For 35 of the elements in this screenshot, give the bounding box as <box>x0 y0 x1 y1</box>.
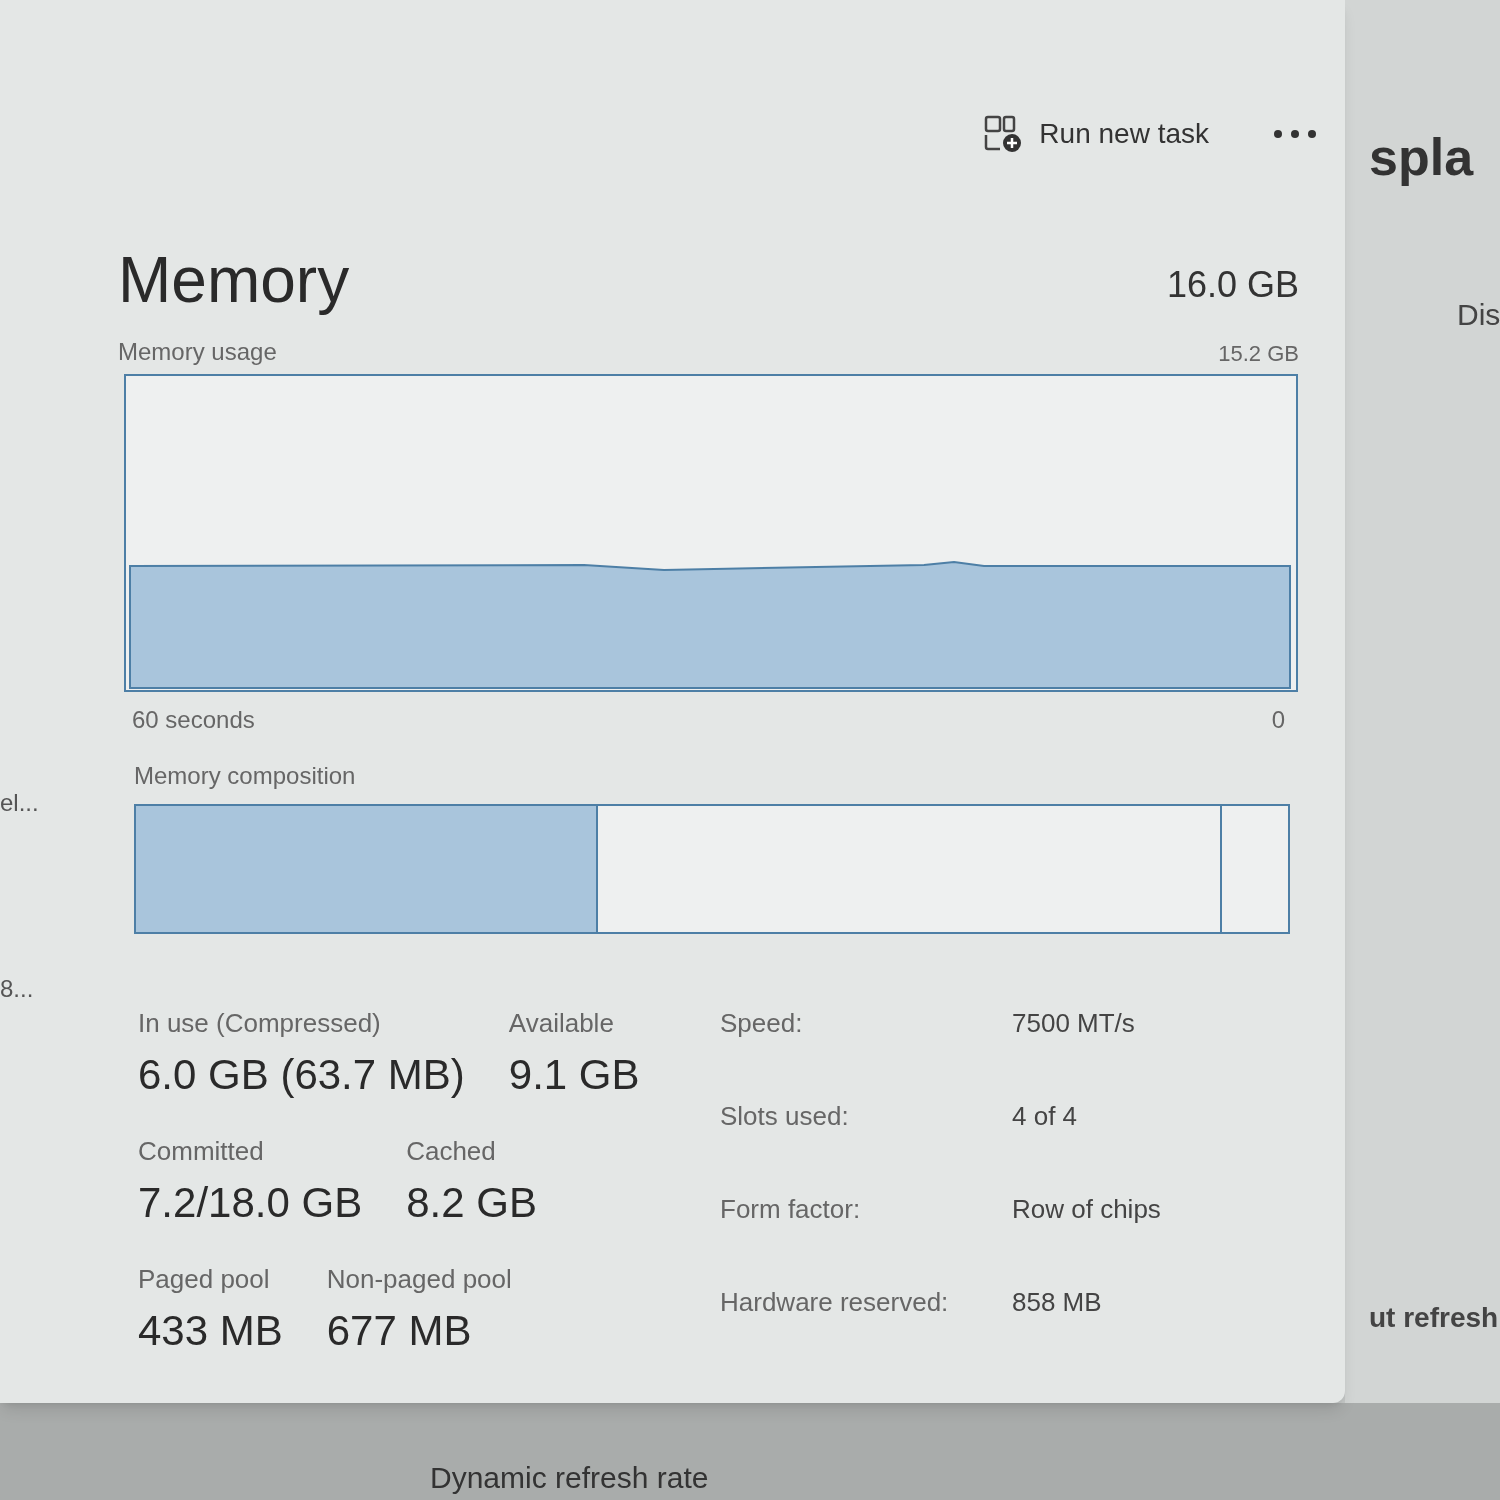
stat-label: In use (Compressed) <box>138 1007 382 1040</box>
property-label: Hardware reserved: <box>720 1286 950 1319</box>
property-label: Slots used: <box>720 1100 850 1133</box>
chart-max-label: 15.2 GB <box>1218 340 1299 368</box>
chart-label: Memory composition <box>133 761 357 791</box>
stat-value: 7.2/18.0 GB <box>138 1178 363 1228</box>
stat-label: Paged pool <box>138 1263 271 1296</box>
chart-label: Memory usage <box>118 337 277 367</box>
stat-value: 6.0 GB (63.7 MB) <box>138 1050 465 1100</box>
stat-value: 433 MB <box>138 1306 283 1356</box>
page-title: spla <box>1369 127 1475 188</box>
property-value: 7500 MT/s <box>1012 1007 1136 1040</box>
stat-label: Non-paged pool <box>326 1263 512 1296</box>
total-memory: 16.0 GB <box>1166 263 1299 307</box>
stat-label: Available <box>508 1007 615 1040</box>
more-options-icon[interactable] <box>1273 129 1317 139</box>
property-label: Speed: <box>720 1007 804 1040</box>
new-task-icon <box>983 114 1024 154</box>
sidebar-item[interactable]: el... <box>0 785 39 821</box>
stat-value: 8.2 GB <box>406 1178 537 1228</box>
run-new-task-button[interactable]: Run new task <box>983 113 1209 155</box>
property-value: 4 of 4 <box>1012 1100 1079 1133</box>
property-value: 858 MB <box>1012 1286 1103 1319</box>
setting-label: ut refresh <box>1369 1301 1500 1335</box>
stat-label: Committed <box>138 1135 265 1168</box>
sidebar-item[interactable]: 8... <box>0 971 39 1007</box>
time-end-label: 0 <box>1271 705 1285 735</box>
stat-label: Cached <box>406 1135 497 1168</box>
tab[interactable]: Dis <box>1457 292 1500 337</box>
time-span-label: 60 seconds <box>132 705 255 735</box>
setting-label: Dynamic refresh rate <box>430 1461 709 1494</box>
stat-value: 677 MB <box>326 1306 473 1356</box>
property-label: Form factor: <box>720 1193 862 1226</box>
property-value: Row of chips <box>1012 1193 1161 1226</box>
stat-value: 9.1 GB <box>508 1050 640 1100</box>
